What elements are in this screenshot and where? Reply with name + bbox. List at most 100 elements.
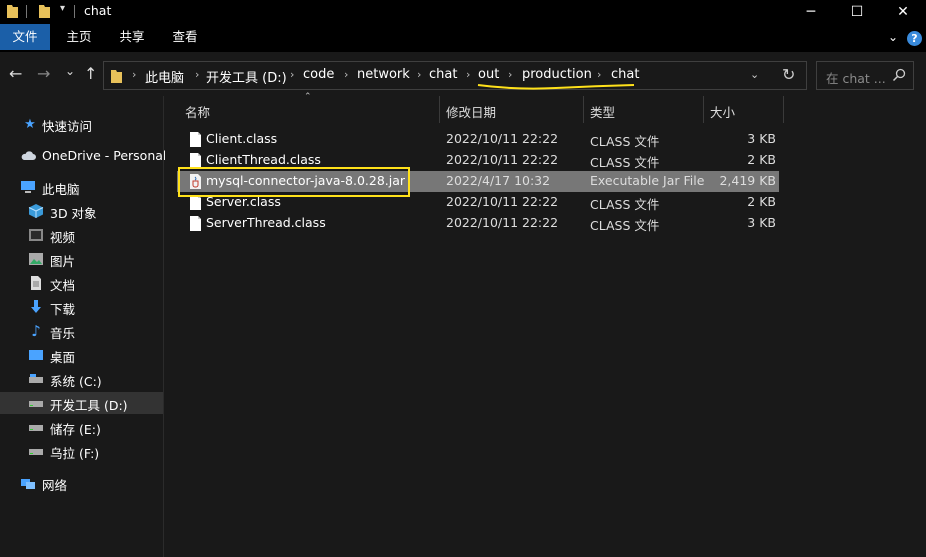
breadcrumb-production[interactable]: production — [522, 67, 592, 82]
file-type: CLASS 文件 — [590, 155, 660, 170]
column-header-name[interactable]: 名称 — [185, 102, 210, 121]
breadcrumb-chevron-icon[interactable]: › — [508, 68, 512, 81]
breadcrumb-drive-d[interactable]: 开发工具 (D:) — [206, 67, 287, 86]
sidebar-item-music[interactable]: ♪ 音乐 — [0, 320, 163, 342]
sidebar-item-label: 乌拉 (F:) — [50, 446, 100, 461]
file-row[interactable]: Client.class 2022/10/11 22:22 CLASS 文件 3… — [177, 129, 779, 150]
sidebar-item-label: 此电脑 — [42, 182, 80, 197]
help-icon[interactable]: ? — [907, 31, 922, 46]
sidebar-item-desktop[interactable]: 桌面 — [0, 344, 163, 366]
navigation-bar: ← → ⌄ ↑ › 此电脑 › 开发工具 (D:) › code › netwo… — [0, 52, 926, 96]
column-divider[interactable] — [583, 96, 584, 123]
breadcrumb-network[interactable]: network — [357, 67, 410, 82]
file-name: ServerThread.class — [206, 215, 326, 230]
navigation-pane: ★ 快速访问 OneDrive - Personal 此电脑 3D 对象 视频 … — [0, 96, 167, 557]
ribbon-tabs: 文件 主页 共享 查看 ⌄ — [0, 24, 926, 52]
sidebar-item-label: 图片 — [50, 254, 76, 269]
sidebar-item-label: 视频 — [50, 230, 76, 245]
download-icon — [31, 300, 41, 313]
file-size: 2 KB — [747, 152, 776, 167]
minimize-button[interactable]: ─ — [788, 0, 834, 24]
tab-share[interactable]: 共享 — [107, 24, 157, 50]
sidebar-item-drive-c[interactable]: 系统 (C:) — [0, 368, 163, 390]
tab-home[interactable]: 主页 — [54, 24, 104, 50]
breadcrumb-out[interactable]: out — [478, 67, 499, 82]
sidebar-item-quick-access[interactable]: ★ 快速访问 — [0, 113, 163, 135]
folder-icon — [7, 5, 18, 18]
sidebar-item-this-pc[interactable]: 此电脑 — [0, 176, 163, 198]
refresh-icon[interactable]: ↻ — [782, 65, 795, 84]
search-box[interactable]: 在 chat ... — [816, 61, 914, 90]
file-row[interactable]: ServerThread.class 2022/10/11 22:22 CLAS… — [177, 213, 779, 234]
drive-icon — [29, 401, 43, 407]
forward-button[interactable]: → — [37, 64, 50, 83]
sidebar-item-3d-objects[interactable]: 3D 对象 — [0, 200, 163, 222]
sidebar-item-label: 网络 — [42, 478, 68, 493]
breadcrumb-chevron-icon[interactable]: › — [132, 68, 136, 81]
quick-access-dropdown-icon[interactable]: ▾ — [60, 3, 65, 14]
sidebar-item-drive-d[interactable]: 开发工具 (D:) — [0, 392, 163, 414]
breadcrumb-chevron-icon[interactable]: › — [344, 68, 348, 81]
video-icon — [29, 229, 43, 241]
address-dropdown-icon[interactable]: ⌄ — [750, 68, 759, 81]
sidebar-item-label: 系统 (C:) — [50, 374, 102, 389]
sidebar-item-documents[interactable]: 文档 — [0, 272, 163, 294]
column-divider[interactable] — [439, 96, 440, 123]
sidebar-item-videos[interactable]: 视频 — [0, 224, 163, 246]
recent-locations-button[interactable]: ⌄ — [65, 64, 75, 78]
column-header-size[interactable]: 大小 — [710, 102, 735, 121]
sidebar-item-label: 文档 — [50, 278, 76, 293]
breadcrumb-chevron-icon[interactable]: › — [466, 68, 470, 81]
breadcrumb-chevron-icon[interactable]: › — [290, 68, 294, 81]
picture-icon — [29, 253, 43, 265]
sidebar-item-drive-e[interactable]: 储存 (E:) — [0, 416, 163, 438]
sidebar-item-label: 音乐 — [50, 326, 76, 341]
title-separator — [26, 5, 27, 18]
up-button[interactable]: ↑ — [84, 64, 97, 83]
sidebar-item-label: OneDrive - Personal — [42, 148, 167, 163]
breadcrumb-chat[interactable]: chat — [429, 67, 457, 82]
column-header-type[interactable]: 类型 — [590, 102, 615, 121]
breadcrumb-chevron-icon[interactable]: › — [597, 68, 601, 81]
breadcrumb-chevron-icon[interactable]: › — [417, 68, 421, 81]
file-size: 2,419 KB — [719, 173, 776, 188]
sidebar-item-pictures[interactable]: 图片 — [0, 248, 163, 270]
back-button[interactable]: ← — [9, 64, 22, 83]
star-icon: ★ — [24, 116, 36, 132]
breadcrumb-chat-current[interactable]: chat — [611, 67, 639, 82]
network-icon — [21, 479, 35, 489]
file-type: CLASS 文件 — [590, 218, 660, 233]
window-title: chat — [84, 3, 112, 18]
tab-view[interactable]: 查看 — [160, 24, 210, 50]
expand-ribbon-icon[interactable]: ⌄ — [888, 30, 898, 44]
file-icon — [190, 132, 201, 147]
file-date: 2022/10/11 22:22 — [446, 194, 559, 209]
file-type: CLASS 文件 — [590, 197, 660, 212]
breadcrumb-code[interactable]: code — [303, 67, 334, 82]
cube-icon — [28, 204, 44, 218]
sidebar-item-network[interactable]: 网络 — [0, 472, 163, 494]
sidebar-item-drive-f[interactable]: 乌拉 (F:) — [0, 440, 163, 462]
music-icon: ♪ — [31, 322, 41, 340]
column-header-date[interactable]: 修改日期 — [446, 102, 496, 121]
column-divider[interactable] — [783, 96, 784, 123]
sidebar-item-onedrive[interactable]: OneDrive - Personal — [0, 145, 167, 167]
search-input[interactable]: 在 chat ... — [826, 68, 886, 87]
sidebar-item-label: 储存 (E:) — [50, 422, 101, 437]
quick-access-folder-icon[interactable] — [38, 3, 51, 19]
search-icon[interactable] — [892, 68, 906, 82]
sidebar-item-downloads[interactable]: 下载 — [0, 296, 163, 318]
folder-icon — [111, 70, 122, 83]
close-button[interactable]: ✕ — [880, 0, 926, 24]
column-divider[interactable] — [703, 96, 704, 123]
breadcrumb-this-pc[interactable]: 此电脑 — [145, 67, 184, 86]
tab-file[interactable]: 文件 — [0, 24, 50, 50]
file-name: Client.class — [206, 131, 278, 146]
annotation-highlight-box — [178, 167, 410, 197]
file-size: 3 KB — [747, 215, 776, 230]
title-bar: ▾ chat ─ ☐ ✕ — [0, 0, 926, 24]
cloud-icon — [21, 151, 36, 160]
address-bar[interactable]: › 此电脑 › 开发工具 (D:) › code › network › cha… — [103, 61, 807, 90]
maximize-button[interactable]: ☐ — [834, 0, 880, 24]
breadcrumb-chevron-icon[interactable]: › — [195, 68, 199, 81]
